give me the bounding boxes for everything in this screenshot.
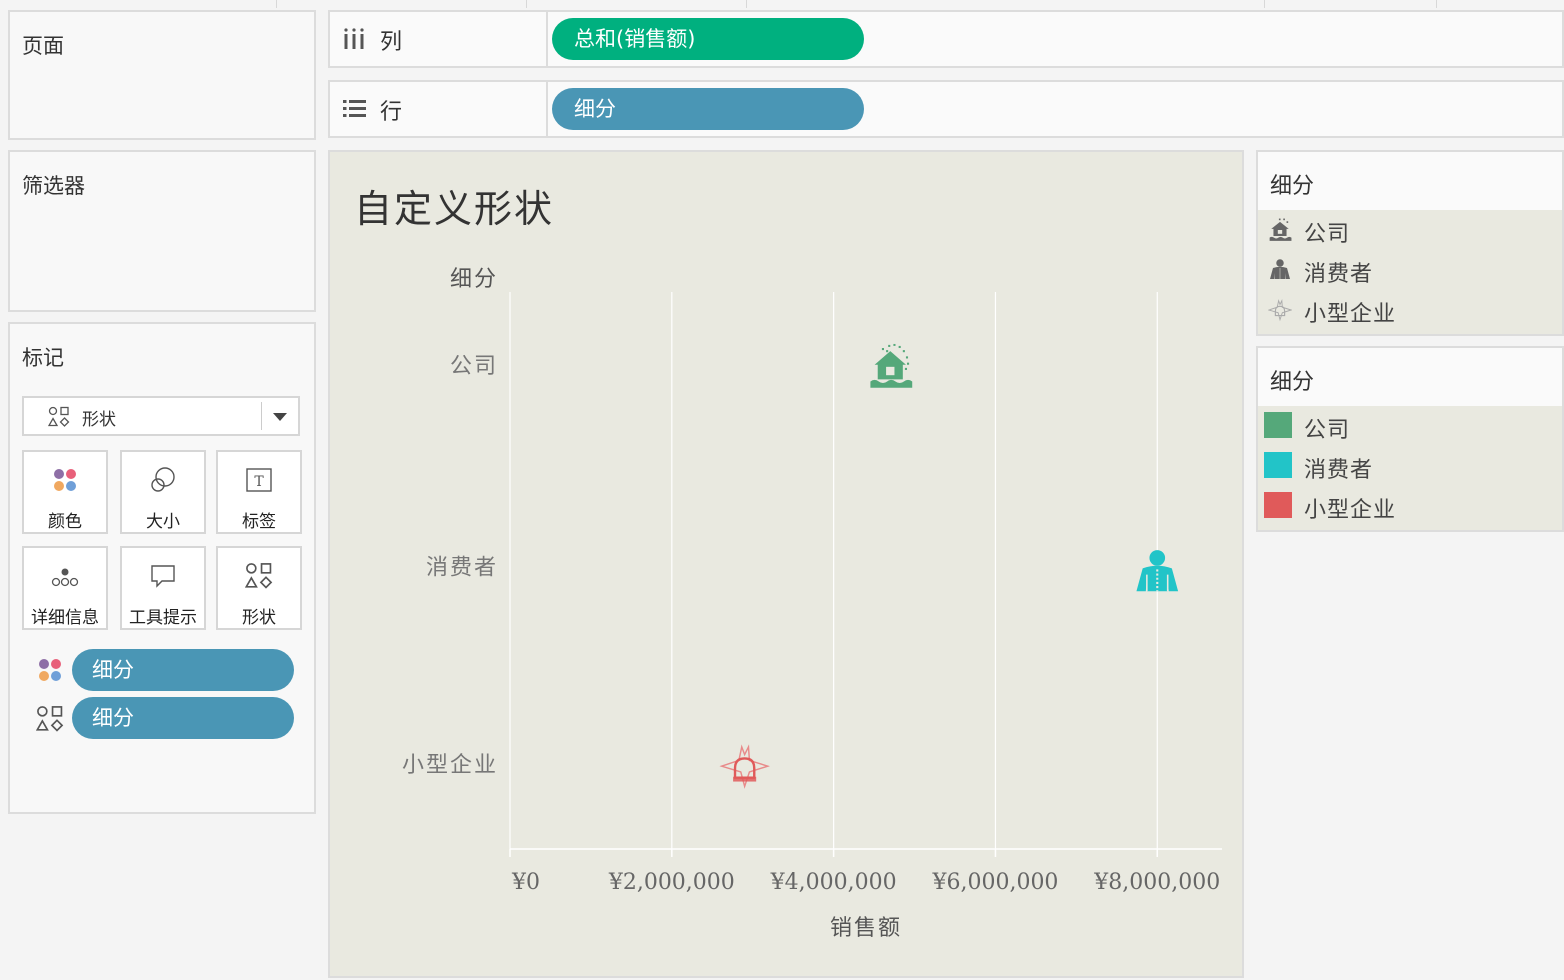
consumer-person-icon: [1269, 258, 1291, 280]
detail-icon: [51, 568, 79, 587]
size-button[interactable]: 大小: [120, 450, 206, 534]
category-label: 小型企业: [402, 753, 498, 778]
row-header: 细分: [450, 267, 498, 292]
label-button[interactable]: T 标签: [216, 450, 302, 534]
consumer-person-icon[interactable]: [1135, 549, 1180, 593]
segment-pill[interactable]: 细分: [552, 88, 864, 130]
category-label: 消费者: [426, 556, 498, 581]
chart-view: 自定义形状 ¥0 ¥2,000,000 ¥4,000,000 ¥6,000,00…: [328, 150, 1244, 978]
house-flood-icon[interactable]: [870, 343, 913, 388]
toolbar-divider: [526, 0, 527, 8]
tooltip-icon: [151, 565, 175, 588]
size-icon: [151, 467, 175, 492]
text-label-icon: T: [246, 468, 272, 492]
color-legend[interactable]: 细分 公司 消费者 小型企业: [1256, 346, 1564, 532]
sales-sum-pill[interactable]: 总和(销售额): [552, 18, 864, 60]
color-button[interactable]: 颜色: [22, 450, 108, 534]
dropdown-divider: [261, 402, 262, 430]
columns-shelf[interactable]: 列 总和(销售额): [328, 10, 1564, 68]
legend-item-consumer[interactable]: 消费者: [1258, 250, 1562, 290]
chevron-down-icon[interactable]: [273, 413, 287, 421]
columns-icon: [344, 28, 364, 49]
detail-label: 详细信息: [31, 608, 99, 628]
small-business-star-icon[interactable]: [720, 745, 770, 788]
shape-legend-title: 细分: [1270, 174, 1315, 199]
rows-label: 行: [380, 100, 403, 125]
color-swatch: [1264, 452, 1292, 478]
x-tick-label: ¥4,000,000: [770, 870, 897, 895]
filters-title: 筛选器: [22, 174, 85, 198]
rows-shelf[interactable]: 行 细分: [328, 80, 1564, 138]
rows-icon: [343, 100, 366, 117]
legend-item-small-business[interactable]: 小型企业: [1258, 290, 1562, 330]
legend-item-label: 公司: [1304, 418, 1351, 443]
color-label: 颜色: [48, 512, 82, 532]
toolbar-divider: [1264, 0, 1265, 8]
x-tick-label: ¥0: [511, 870, 540, 895]
pages-panel[interactable]: 页面: [8, 10, 316, 140]
shape-icon: [36, 706, 64, 732]
scatter-chart: ¥0 ¥2,000,000 ¥4,000,000 ¥6,000,000 ¥8,000,0…: [402, 267, 1222, 941]
shape-segment-pill[interactable]: 细分: [72, 697, 294, 739]
shape-icon: [245, 563, 273, 589]
mark-type-dropdown[interactable]: 形状: [22, 396, 300, 436]
columns-shelf-label: 列: [330, 12, 548, 66]
pages-title: 页面: [22, 34, 64, 58]
label-label: 标签: [242, 512, 276, 532]
mark-type-label: 形状: [82, 410, 116, 430]
legend-item-label: 小型企业: [1304, 498, 1397, 523]
toolbar-divider: [1436, 0, 1437, 8]
filters-panel[interactable]: 筛选器: [8, 150, 316, 312]
toolbar-divider: [746, 0, 747, 8]
small-business-star-icon: [1268, 300, 1292, 321]
legend-item-label: 公司: [1304, 222, 1351, 247]
shape-label: 形状: [242, 608, 276, 628]
marks-title: 标记: [22, 346, 64, 370]
detail-button[interactable]: 详细信息: [22, 546, 108, 630]
columns-label: 列: [380, 30, 403, 55]
x-axis-title: 销售额: [830, 916, 902, 941]
color-swatch: [1264, 492, 1292, 518]
shape-icon: [48, 406, 70, 427]
shape-legend-header: 细分: [1258, 152, 1562, 210]
legend-item-label: 消费者: [1304, 458, 1374, 483]
svg-text:T: T: [254, 474, 264, 490]
legend-item-small-business[interactable]: 小型企业: [1258, 486, 1562, 526]
legend-item-company[interactable]: 公司: [1258, 406, 1562, 446]
legend-item-consumer[interactable]: 消费者: [1258, 446, 1562, 486]
house-flood-icon: [1269, 218, 1292, 241]
color-icon: [54, 469, 76, 491]
legend-item-label: 小型企业: [1304, 302, 1397, 327]
tooltip-label: 工具提示: [129, 608, 197, 628]
legend-item-company[interactable]: 公司: [1258, 210, 1562, 250]
color-legend-title: 细分: [1270, 370, 1315, 395]
legend-item-label: 消费者: [1304, 262, 1374, 287]
toolbar-divider: [276, 0, 277, 8]
x-tick-label: ¥8,000,000: [1093, 870, 1220, 895]
category-label: 公司: [450, 354, 498, 379]
color-swatch: [1264, 412, 1292, 438]
shape-button[interactable]: 形状: [216, 546, 302, 630]
shape-legend[interactable]: 细分 公司 消费者 小型企业: [1256, 150, 1564, 336]
marks-panel: 标记 形状 颜色 大小 T 标签 详细信息 工具提示 形状 细分 细分: [8, 322, 316, 814]
color-segment-pill[interactable]: 细分: [72, 649, 294, 691]
color-icon: [39, 659, 61, 681]
x-tick-label: ¥6,000,000: [931, 870, 1058, 895]
tooltip-button[interactable]: 工具提示: [120, 546, 206, 630]
size-label: 大小: [146, 512, 180, 532]
rows-shelf-label: 行: [330, 82, 548, 136]
x-tick-label: ¥2,000,000: [608, 870, 735, 895]
color-legend-header: 细分: [1258, 348, 1562, 406]
